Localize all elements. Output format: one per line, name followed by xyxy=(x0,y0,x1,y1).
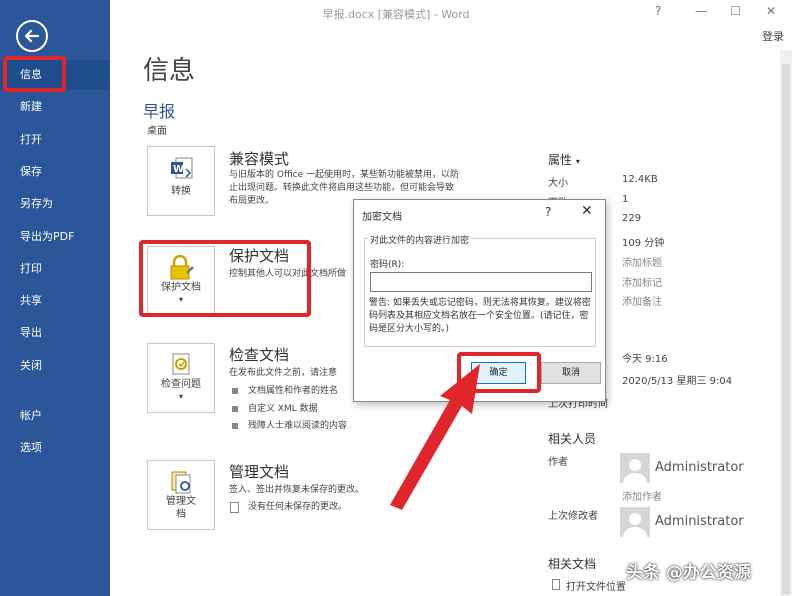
chevron-down-icon: ▾ xyxy=(178,392,183,401)
manage-note: 没有任何未保存的更改。 xyxy=(248,502,348,512)
words-value: 229 xyxy=(622,213,642,224)
manage-tile-label-1: 管理文 xyxy=(166,496,196,507)
password-input[interactable] xyxy=(370,272,592,292)
minimize-button[interactable]: — xyxy=(695,4,707,18)
restore-button[interactable]: ☐ xyxy=(730,4,741,18)
open-file-location-link[interactable]: 打开文件位置 xyxy=(566,578,626,593)
author-label: 作者 xyxy=(548,457,568,468)
word-convert-icon: W xyxy=(171,157,193,179)
properties-header[interactable]: 属性 ▾ xyxy=(548,151,580,168)
compat-desc-1: 与旧版本的 Office 一起使用时，某些新功能被禁用，以防 xyxy=(229,170,459,180)
document-name: 早报 xyxy=(143,102,176,121)
highlight-info xyxy=(3,56,66,92)
nav-share[interactable]: 共享 xyxy=(0,286,110,316)
nav-close[interactable]: 关闭 xyxy=(0,351,110,381)
manage-document-icon xyxy=(171,471,191,494)
add-title-link[interactable]: 添加标题 xyxy=(622,254,662,269)
pages-value: 1 xyxy=(622,194,629,205)
author-name[interactable]: Administrator xyxy=(655,460,744,475)
document-location: 桌面 xyxy=(147,126,167,137)
login-link[interactable]: 登录 xyxy=(762,28,784,44)
compat-desc-2: 止出现问题。转换此文件将启用这些功能，但可能会导致 xyxy=(229,183,455,193)
cancel-button[interactable]: 取消 xyxy=(541,362,601,384)
last-modified-by-label: 上次修改者 xyxy=(548,511,598,522)
manage-tile-label-2: 档 xyxy=(176,509,186,520)
watermark: 头条 @办公资源 xyxy=(626,563,751,583)
edit-time-value: 109 分钟 xyxy=(622,238,665,249)
manage-desc: 签入、签出并恢复未保存的更改。 xyxy=(229,485,365,495)
dialog-close-button[interactable]: ✕ xyxy=(581,203,593,219)
nav-export-pdf[interactable]: 导出为PDF xyxy=(0,222,110,252)
encrypt-group-title: 对此文件的内容进行加密 xyxy=(368,233,472,246)
dialog-title: 加密文档 xyxy=(362,212,402,223)
nav-save[interactable]: 保存 xyxy=(0,157,110,187)
page-title: 信息 xyxy=(143,56,196,86)
nav-save-as[interactable]: 另存为 xyxy=(0,189,110,219)
folder-document-icon xyxy=(552,579,560,590)
document-icon xyxy=(230,502,239,513)
dialog-help-button[interactable]: ? xyxy=(545,205,551,219)
close-window-button[interactable]: ✕ xyxy=(766,4,776,18)
password-warning: 警告: 如果丢失或忘记密码，则无法将其恢复。建议将密码列表及其相应文档名放在一个… xyxy=(369,298,591,334)
convert-tile-label: 转换 xyxy=(171,186,191,197)
help-button[interactable]: ? xyxy=(655,4,661,18)
nav-account[interactable]: 帐户 xyxy=(0,401,110,431)
nav-options[interactable]: 选项 xyxy=(0,433,110,463)
last-modified-by-name[interactable]: Administrator xyxy=(655,514,744,529)
password-label: 密码(R): xyxy=(370,260,405,270)
highlight-protect xyxy=(139,240,311,317)
nav-open[interactable]: 打开 xyxy=(0,125,110,155)
inspect-bullet-2: 自定义 XML 数据 xyxy=(232,401,318,414)
window-title: 早报.docx [兼容模式] - Word xyxy=(322,8,470,21)
manage-title: 管理文档 xyxy=(229,463,290,481)
inspect-desc: 在发布此文件之前，请注意 xyxy=(229,368,338,378)
related-docs-header: 相关文档 xyxy=(548,557,597,571)
person-icon xyxy=(623,459,647,483)
size-value: 12.4KB xyxy=(622,174,658,185)
size-label: 大小 xyxy=(548,178,568,189)
add-author-link[interactable]: 添加作者 xyxy=(622,488,662,503)
chevron-down-icon: ▾ xyxy=(575,157,580,166)
compat-desc-3: 布局更改。 xyxy=(229,196,275,206)
related-people-header: 相关人员 xyxy=(548,432,597,446)
nav-print[interactable]: 打印 xyxy=(0,254,110,284)
author-avatar xyxy=(620,453,650,483)
inspect-title: 检查文档 xyxy=(229,346,290,364)
inspect-document-icon xyxy=(172,353,190,375)
add-note-link[interactable]: 添加备注 xyxy=(622,293,662,308)
compat-title: 兼容模式 xyxy=(229,150,290,168)
add-tag-link[interactable]: 添加标记 xyxy=(622,274,662,289)
scrollbar-thumb[interactable] xyxy=(782,64,790,594)
nav-export[interactable]: 导出 xyxy=(0,318,110,348)
svg-text:W: W xyxy=(173,164,184,175)
properties-header-label: 属性 xyxy=(548,153,573,167)
modifier-avatar xyxy=(620,507,650,537)
convert-tile[interactable]: W 转换 xyxy=(147,146,215,216)
inspect-tile[interactable]: 检查问题 ▾ xyxy=(147,343,215,413)
manage-document-tile[interactable]: 管理文 档 xyxy=(147,460,215,530)
created-value: 2020/5/13 星期三 9:04 xyxy=(622,376,733,387)
inspect-bullet-1: 文档属性和作者的姓名 xyxy=(232,383,338,396)
modified-value: 今天 9:16 xyxy=(622,354,668,365)
person-icon xyxy=(623,513,647,537)
nav-new[interactable]: 新建 xyxy=(0,92,110,122)
inspect-bullet-3: 残障人士难以阅读的内容 xyxy=(232,418,347,431)
back-button[interactable] xyxy=(16,20,48,52)
arrow-left-icon xyxy=(24,29,40,43)
red-arrow-annotation xyxy=(390,364,480,510)
